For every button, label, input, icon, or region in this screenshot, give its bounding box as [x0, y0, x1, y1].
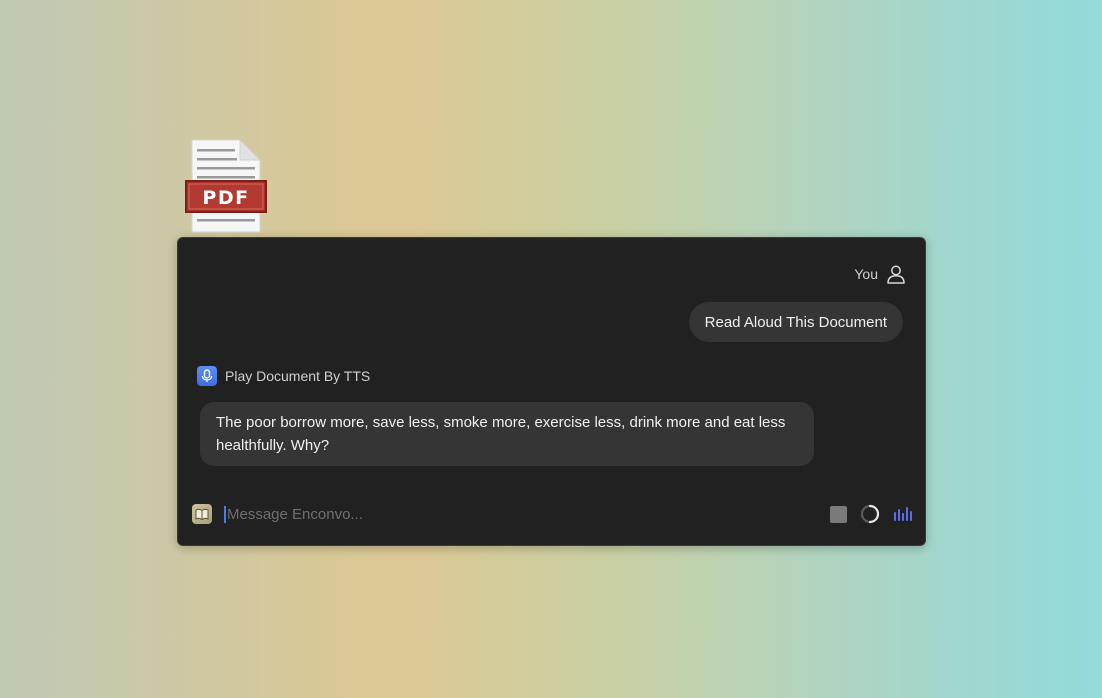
bot-message-text: The poor borrow more, save less, smoke m…	[216, 414, 786, 454]
microphone-icon	[197, 366, 217, 386]
stop-icon[interactable]	[830, 505, 847, 523]
user-name: You	[854, 266, 878, 282]
message-input[interactable]	[227, 505, 830, 523]
pdf-badge-label: PDF	[202, 187, 249, 209]
voice-wave-icon[interactable]	[893, 506, 915, 522]
user-message-text: Read Aloud This Document	[704, 313, 887, 331]
chat-window: You Read Aloud This Document Play Docume…	[177, 237, 926, 546]
composer-controls	[830, 504, 915, 524]
spinner-icon[interactable]	[860, 504, 880, 524]
text-caret	[224, 505, 226, 523]
message-composer	[192, 502, 915, 526]
user-header: You	[854, 264, 906, 284]
user-icon	[887, 265, 905, 284]
bot-name: Play Document By TTS	[225, 368, 371, 384]
book-icon[interactable]	[192, 504, 212, 524]
pdf-file-icon[interactable]: PDF	[185, 138, 267, 233]
bot-header: Play Document By TTS	[197, 366, 370, 386]
bot-message-bubble: The poor borrow more, save less, smoke m…	[200, 402, 814, 466]
user-message-bubble: Read Aloud This Document	[688, 302, 903, 342]
